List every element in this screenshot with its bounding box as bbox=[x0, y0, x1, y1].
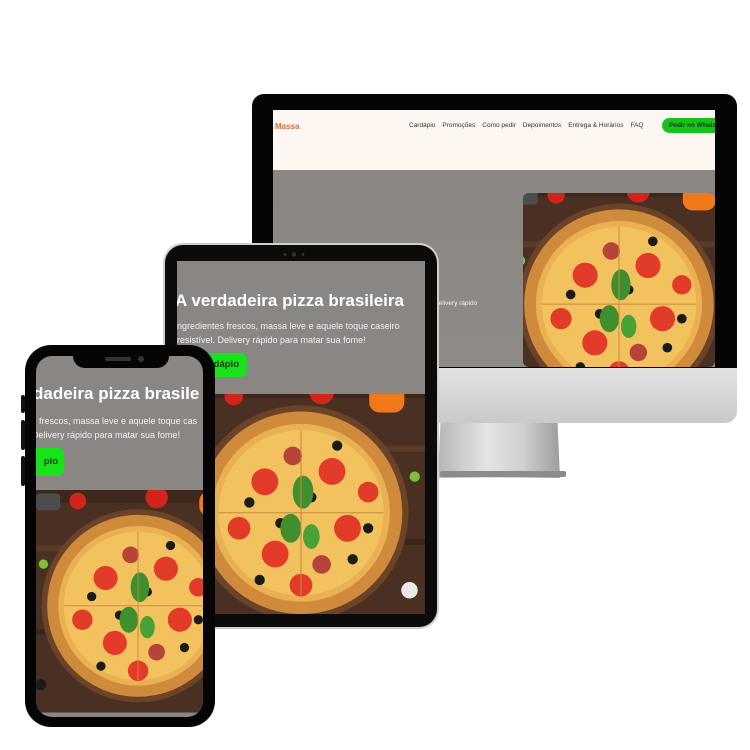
phone-subtitle-line-1: s frescos, massa leve e aquele toque cas bbox=[36, 416, 198, 426]
desktop-logo[interactable]: Massa bbox=[275, 122, 299, 131]
nav-link-depoimentos[interactable]: Depoimentos bbox=[523, 122, 561, 129]
tablet-hero-title: A verdadeira pizza brasileira bbox=[177, 291, 404, 310]
nav-link-cardapio[interactable]: Cardápio bbox=[409, 122, 435, 129]
phone-subtitle-line-2: Delivery rápido para matar sua fome! bbox=[36, 430, 181, 440]
camera-icon bbox=[283, 252, 305, 257]
phone-menu-button[interactable]: pio bbox=[36, 448, 64, 476]
tablet-hero-subtitle: ngredientes frescos, massa leve e aquele… bbox=[177, 319, 400, 347]
tablet-subtitle-line-2: resistível. Delivery rápido para matar s… bbox=[177, 335, 366, 345]
desktop-monitor-base bbox=[440, 471, 566, 477]
phone-speaker bbox=[105, 357, 131, 361]
phone-menu-button-label: pio bbox=[43, 456, 58, 467]
desktop-monitor-stand bbox=[438, 423, 560, 478]
whatsapp-order-button[interactable]: Pedir no Whats bbox=[662, 118, 715, 133]
phone-hero-title: dadeira pizza brasile bbox=[36, 384, 200, 403]
nav-link-promocoes[interactable]: Promoções bbox=[442, 122, 475, 129]
desktop-pizza-image bbox=[523, 193, 715, 367]
phone-volume-down bbox=[21, 456, 25, 486]
nav-link-como-pedir[interactable]: Como pedir bbox=[482, 122, 516, 129]
desktop-nav-links: Cardápio Promoções Como pedir Depoimento… bbox=[409, 122, 643, 129]
phone-pizza-image bbox=[36, 490, 203, 717]
phone-side-button bbox=[21, 395, 25, 413]
desktop-navbar: Massa Cardápio Promoções Como pedir Depo… bbox=[273, 110, 715, 170]
nav-link-faq[interactable]: FAQ bbox=[630, 122, 643, 129]
nav-link-entrega-horarios[interactable]: Entrega & Horários bbox=[568, 122, 623, 129]
phone-front-camera-icon bbox=[138, 356, 144, 362]
tablet-subtitle-line-1: ngredientes frescos, massa leve e aquele… bbox=[177, 321, 400, 331]
phone-screen: dadeira pizza brasile s frescos, massa l… bbox=[36, 356, 203, 717]
phone-volume-up bbox=[21, 420, 25, 450]
phone-hero-subtitle: s frescos, massa leve e aquele toque cas… bbox=[36, 414, 197, 442]
